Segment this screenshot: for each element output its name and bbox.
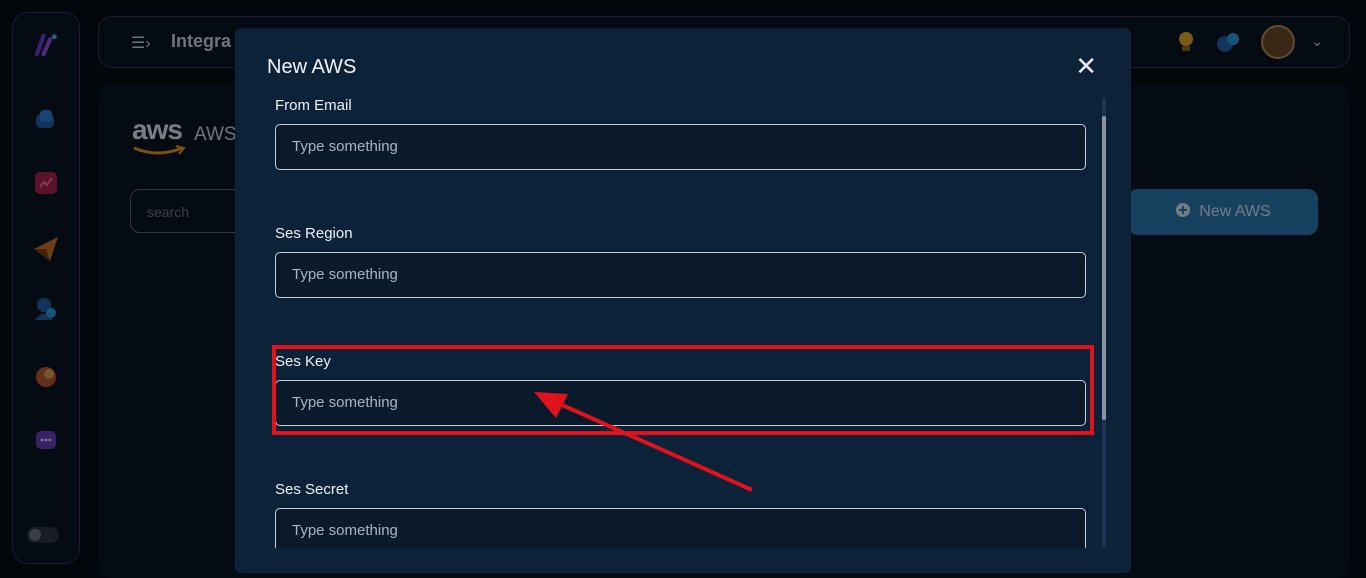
from-email-input[interactable]: Type something <box>275 124 1086 170</box>
ses-secret-input[interactable]: Type something <box>275 508 1086 548</box>
ses-region-input[interactable]: Type something <box>275 252 1086 298</box>
close-icon[interactable]: ✕ <box>1075 53 1097 79</box>
field-label: From Email <box>275 97 352 114</box>
field-label: Ses Secret <box>275 481 349 498</box>
ses-secret-field: Ses Secret Type something <box>275 480 1086 548</box>
highlight-box <box>272 345 1094 435</box>
new-aws-modal: New AWS ✕ From Email Type something Ses … <box>235 28 1131 573</box>
ses-region-field: Ses Region Type something <box>275 224 1086 298</box>
field-label: Ses Region <box>275 225 353 242</box>
from-email-field: From Email Type something <box>275 96 1086 170</box>
modal-form: From Email Type something Ses Region Typ… <box>275 96 1086 548</box>
modal-title: New AWS <box>267 56 357 78</box>
scrollbar-thumb[interactable] <box>1102 116 1106 420</box>
